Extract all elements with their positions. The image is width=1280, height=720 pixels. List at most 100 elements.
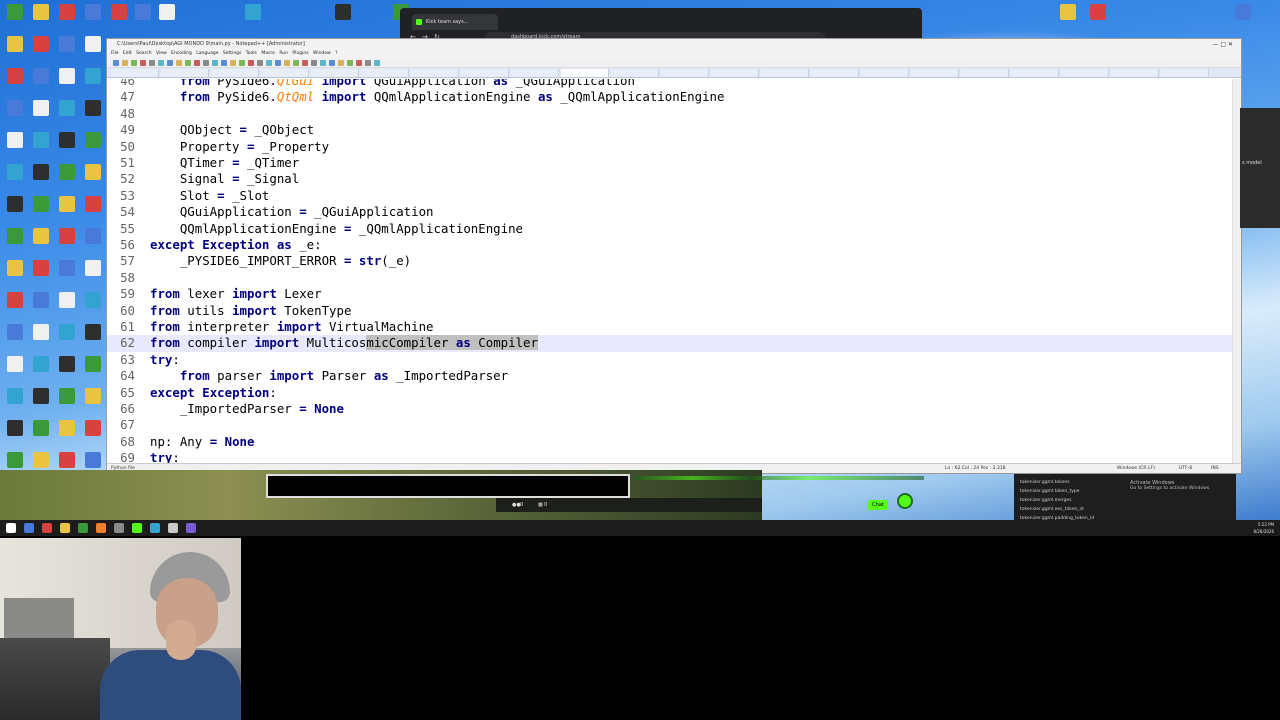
toolbar-button-icon[interactable]	[320, 60, 326, 66]
taskbar-app-icon[interactable]	[186, 523, 196, 533]
toolbar-button-icon[interactable]	[212, 60, 218, 66]
taskbar-app-icon[interactable]	[132, 523, 142, 533]
file-tab[interactable]	[261, 69, 309, 77]
code-line[interactable]: 50 Property = _Property	[107, 139, 1233, 155]
desktop-shortcut-icon[interactable]	[2, 356, 28, 386]
desktop-shortcut-icon[interactable]	[28, 100, 54, 130]
desktop-shortcut-icon[interactable]	[2, 260, 28, 290]
code-line[interactable]: 54 QGuiApplication = _QGuiApplication	[107, 204, 1233, 220]
file-tab[interactable]	[1011, 69, 1059, 77]
toolbar-button-icon[interactable]	[329, 60, 335, 66]
file-tab[interactable]	[361, 69, 409, 77]
desktop-shortcut-icon[interactable]	[1230, 4, 1256, 34]
desktop-shortcut-icon[interactable]	[2, 388, 28, 418]
desktop-shortcut-icon[interactable]	[2, 164, 28, 194]
desktop-shortcut-icon[interactable]	[28, 68, 54, 98]
desktop-shortcut-icon[interactable]	[28, 36, 54, 66]
toolbar-button-icon[interactable]	[194, 60, 200, 66]
code-line[interactable]: 60 from utils import TokenType	[107, 303, 1233, 319]
code-line[interactable]: 55 QQmlApplicationEngine = _QQmlApplicat…	[107, 221, 1233, 237]
desktop-shortcut-icon[interactable]	[154, 4, 180, 34]
code-line[interactable]: 67	[107, 417, 1233, 433]
toolbar-button-icon[interactable]	[140, 60, 146, 66]
toolbar-button-icon[interactable]	[158, 60, 164, 66]
desktop-shortcut-icon[interactable]	[54, 100, 80, 130]
desktop-shortcut-icon[interactable]	[2, 228, 28, 258]
taskbar-app-icon[interactable]	[78, 523, 88, 533]
file-tab[interactable]	[211, 69, 259, 77]
toolbar-button-icon[interactable]	[338, 60, 344, 66]
code-line[interactable]: 64 from parser import Parser as _Importe…	[107, 368, 1233, 384]
desktop-shortcut-icon[interactable]	[2, 68, 28, 98]
toolbar-button-icon[interactable]	[275, 60, 281, 66]
code-line[interactable]: 48	[107, 106, 1233, 122]
desktop-shortcut-icon[interactable]	[80, 324, 106, 354]
file-tab[interactable]	[611, 69, 659, 77]
desktop-shortcut-icon[interactable]	[80, 100, 106, 130]
desktop-shortcut-icon[interactable]	[2, 420, 28, 450]
desktop-shortcut-icon[interactable]	[80, 356, 106, 386]
toolbar-button-icon[interactable]	[167, 60, 173, 66]
file-tab[interactable]	[411, 69, 459, 77]
menu-bar[interactable]: File Edit Search View Encoding Language …	[107, 50, 1241, 58]
clock[interactable]: 5:22 PM 8/28/2026	[1253, 521, 1274, 535]
desktop-shortcut-icon[interactable]	[80, 228, 106, 258]
desktop-shortcut-icon[interactable]	[2, 100, 28, 130]
code-line[interactable]: 51 QTimer = _QTimer	[107, 155, 1233, 171]
desktop-shortcut-icon[interactable]	[80, 36, 106, 66]
desktop-shortcut-icon[interactable]	[80, 68, 106, 98]
file-tab[interactable]	[511, 69, 559, 77]
desktop-shortcut-icon[interactable]	[54, 228, 80, 258]
code-line[interactable]: 65 except Exception:	[107, 385, 1233, 401]
desktop-shortcut-icon[interactable]	[2, 36, 28, 66]
code-line[interactable]: 56 except Exception as _e:	[107, 237, 1233, 253]
code-line[interactable]: 59 from lexer import Lexer	[107, 286, 1233, 302]
desktop-shortcut-icon[interactable]	[2, 324, 28, 354]
toolbar-button-icon[interactable]	[374, 60, 380, 66]
desktop-shortcut-icon[interactable]	[28, 292, 54, 322]
file-tab[interactable]	[811, 69, 859, 77]
toolbar-button-icon[interactable]	[131, 60, 137, 66]
file-tab[interactable]	[1161, 69, 1209, 77]
toolbar-button-icon[interactable]	[347, 60, 353, 66]
code-line[interactable]: 53 Slot = _Slot	[107, 188, 1233, 204]
toolbar-button-icon[interactable]	[293, 60, 299, 66]
code-line[interactable]: 61 from interpreter import VirtualMachine	[107, 319, 1233, 335]
desktop-shortcut-icon[interactable]	[106, 4, 132, 34]
window-controls-icon[interactable]: — □ ✕	[1212, 39, 1233, 50]
file-tab[interactable]	[461, 69, 509, 77]
desktop-shortcut-icon[interactable]	[54, 356, 80, 386]
desktop-shortcut-icon[interactable]	[80, 196, 106, 226]
desktop-shortcut-icon[interactable]	[54, 324, 80, 354]
desktop-shortcut-icon[interactable]	[54, 36, 80, 66]
code-line[interactable]: 62 from compiler import MulticosmicCompil…	[107, 335, 1233, 352]
code-line[interactable]: 49 QObject = _QObject	[107, 122, 1233, 138]
code-line[interactable]: 47 from PySide6.QtQml import QQmlApplica…	[107, 89, 1233, 105]
taskbar-app-icon[interactable]	[150, 523, 160, 533]
code-line[interactable]: 66 _ImportedParser = None	[107, 401, 1233, 417]
taskbar-app-icon[interactable]	[96, 523, 106, 533]
desktop-shortcut-icon[interactable]	[130, 4, 156, 34]
code-line[interactable]: 46 from PySide6.QtGui import QGuiApplica…	[107, 79, 1233, 89]
desktop-shortcut-icon[interactable]	[28, 388, 54, 418]
toolbar-button-icon[interactable]	[221, 60, 227, 66]
desktop-shortcut-icon[interactable]	[28, 324, 54, 354]
toolbar-button-icon[interactable]	[257, 60, 263, 66]
code-line[interactable]: 68 np: Any = None	[107, 434, 1233, 450]
file-tab[interactable]	[111, 69, 159, 77]
toolbar-button-icon[interactable]	[122, 60, 128, 66]
desktop-shortcut-icon[interactable]	[1055, 4, 1081, 34]
file-tab[interactable]	[1111, 69, 1159, 77]
toolbar-button-icon[interactable]	[248, 60, 254, 66]
desktop-shortcut-icon[interactable]	[80, 388, 106, 418]
toolbar-button-icon[interactable]	[356, 60, 362, 66]
desktop-shortcut-icon[interactable]	[80, 260, 106, 290]
desktop-shortcut-icon[interactable]	[28, 228, 54, 258]
file-tab[interactable]	[961, 69, 1009, 77]
toolbar-button-icon[interactable]	[239, 60, 245, 66]
taskbar-app-icon[interactable]	[114, 523, 124, 533]
file-tab[interactable]	[561, 69, 609, 77]
taskbar-app-icon[interactable]	[42, 523, 52, 533]
toolbar-button-icon[interactable]	[365, 60, 371, 66]
desktop-shortcut-icon[interactable]	[54, 260, 80, 290]
